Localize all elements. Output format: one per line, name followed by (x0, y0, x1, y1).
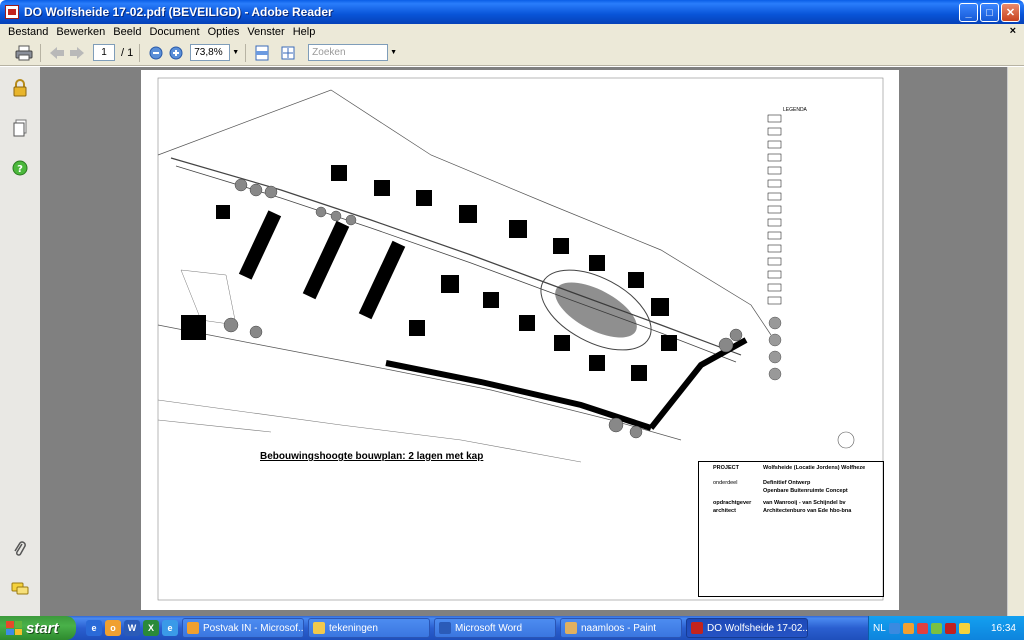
start-label: start (26, 619, 59, 637)
start-button[interactable]: start (0, 616, 76, 640)
task-label: DO Wolfsheide 17-02... (707, 622, 808, 634)
document-viewport[interactable]: LEGENDA Bebouwingshoogte bouwplan: 2 lag… (40, 67, 1007, 616)
task-word[interactable]: Microsoft Word (434, 618, 556, 638)
next-page-icon[interactable] (67, 43, 87, 63)
task-outlook[interactable]: Postvak IN - Microsof... (182, 618, 304, 638)
comments-icon[interactable] (11, 580, 29, 598)
internet-explorer-icon[interactable]: e (86, 620, 102, 636)
zoom-dropdown-icon[interactable]: ▼ (232, 49, 239, 56)
paint-icon (565, 622, 577, 634)
menu-opties[interactable]: Opties (204, 26, 244, 38)
plan-caption: Bebouwingshoogte bouwplan: 2 lagen met k… (260, 451, 484, 462)
tray-outlook-icon[interactable] (902, 622, 914, 634)
word-icon (439, 622, 451, 634)
opdrachtgever-value: van Wanrooij - van Schijndel bv (763, 500, 846, 506)
navigation-sidebar: ? (0, 67, 40, 616)
tray-antivirus-icon[interactable] (916, 622, 928, 634)
quick-launch: e o W X e (86, 620, 178, 636)
adobe-reader-icon (691, 622, 703, 634)
zoom-in-icon[interactable] (166, 43, 186, 63)
architect-label: architect (713, 508, 736, 514)
window-titlebar[interactable]: DO Wolfsheide 17-02.pdf (BEVEILIGD) - Ad… (0, 0, 1024, 24)
toolbar: 1 / 1 73,8% ▼ Zoeken ▼ (0, 40, 1024, 66)
tray-security-icon[interactable] (944, 622, 956, 634)
help-icon[interactable]: ? (11, 159, 29, 177)
vertical-scrollbar[interactable] (1007, 67, 1024, 616)
maximize-button[interactable]: □ (980, 3, 999, 22)
lock-icon[interactable] (11, 79, 29, 97)
attachment-icon[interactable] (11, 540, 29, 558)
toolbar-separator (245, 43, 247, 62)
outlook-icon (187, 622, 199, 634)
svg-text:?: ? (17, 164, 23, 175)
menu-document[interactable]: Document (145, 26, 203, 38)
language-indicator[interactable]: NL (873, 623, 886, 634)
clock: 16:34 (990, 622, 1016, 634)
adobe-reader-icon (5, 5, 19, 19)
search-dropdown-icon[interactable]: ▼ (390, 49, 397, 56)
onderdeel-label: onderdeel (713, 480, 738, 486)
previous-page-icon[interactable] (47, 43, 67, 63)
window-title: DO Wolfsheide 17-02.pdf (BEVEILIGD) - Ad… (24, 5, 333, 19)
task-label: Postvak IN - Microsof... (203, 622, 304, 634)
word-icon[interactable]: W (124, 620, 140, 636)
task-label: Microsoft Word (455, 622, 523, 634)
menu-bar: Bestand Bewerken Beeld Document Opties V… (0, 24, 1024, 40)
zoom-level-input[interactable]: 73,8% (190, 44, 231, 61)
task-tekeningen[interactable]: tekeningen (308, 618, 430, 638)
legend-title: LEGENDA (783, 107, 807, 113)
task-paint[interactable]: naamloos - Paint (560, 618, 682, 638)
fit-width-icon[interactable] (252, 43, 272, 63)
system-tray: NL 16:34 (868, 616, 1024, 640)
page-total: / 1 (121, 46, 134, 59)
menu-beeld[interactable]: Beeld (109, 26, 145, 38)
menu-venster[interactable]: Venster (243, 26, 288, 38)
project-value: Wolfsheide (Locatie Jordens) Wolfheze (763, 465, 866, 471)
menu-help[interactable]: Help (289, 26, 320, 38)
document-close-button[interactable]: × (1010, 25, 1016, 37)
opdrachtgever-label: opdrachtgever (713, 500, 752, 506)
task-label: naamloos - Paint (581, 622, 657, 634)
close-button[interactable]: ✕ (1001, 3, 1020, 22)
drawing-title-block: PROJECT Wolfsheide (Locatie Jordens) Wol… (698, 461, 884, 597)
excel-icon[interactable]: X (143, 620, 159, 636)
task-adobe-reader[interactable]: DO Wolfsheide 17-02... (686, 618, 808, 638)
search-input[interactable]: Zoeken (308, 44, 389, 61)
toolbar-separator (40, 43, 41, 62)
toolbar-separator (139, 43, 141, 62)
zoom-out-icon[interactable] (146, 43, 166, 63)
outlook-icon[interactable]: o (105, 620, 121, 636)
menu-bestand[interactable]: Bestand (4, 26, 52, 38)
print-icon[interactable] (14, 43, 34, 63)
architect-value: Architectenburo van Ede hbo-bna (763, 508, 852, 514)
onderdeel-value-2: Openbare Buitenruimte Concept (763, 488, 848, 494)
tray-volume-icon[interactable] (958, 622, 970, 634)
windows-logo-icon (6, 621, 22, 635)
onderdeel-value-1: Definitief Ontwerp (763, 480, 811, 486)
task-label: tekeningen (329, 622, 378, 634)
pdf-page: LEGENDA Bebouwingshoogte bouwplan: 2 lag… (141, 70, 899, 610)
folder-icon (313, 622, 325, 634)
project-label: PROJECT (713, 465, 739, 471)
browser-icon[interactable]: e (162, 620, 178, 636)
tray-arrow-icon[interactable] (888, 622, 900, 634)
window-controls: _ □ ✕ (959, 3, 1020, 22)
windows-taskbar: start e o W X e Postvak IN - Microsof...… (0, 616, 1024, 640)
tray-network-icon[interactable] (930, 622, 942, 634)
fit-page-icon[interactable] (278, 43, 298, 63)
menu-bewerken[interactable]: Bewerken (52, 26, 109, 38)
minimize-button[interactable]: _ (959, 3, 978, 22)
page-number-input[interactable]: 1 (93, 44, 115, 61)
pages-icon[interactable] (11, 119, 29, 137)
